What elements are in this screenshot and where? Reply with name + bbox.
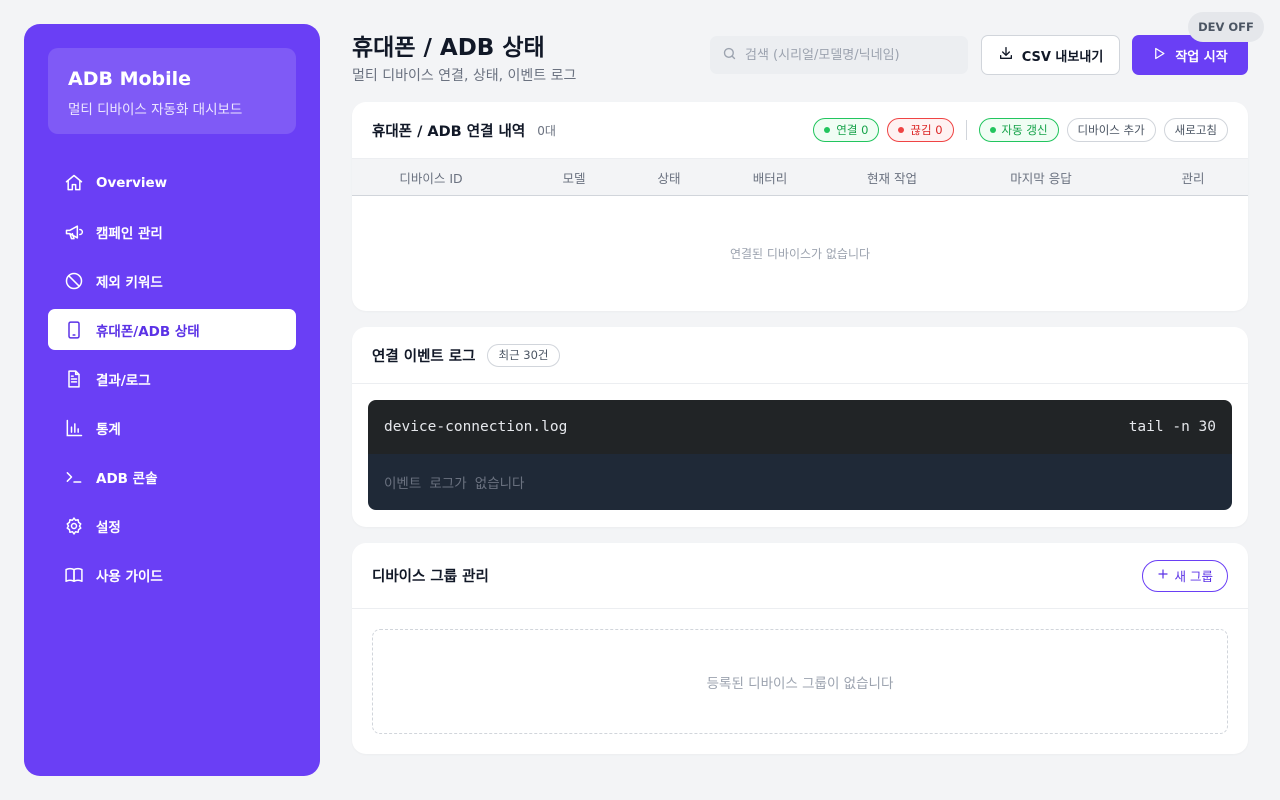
disconnected-count-label: 끊김 0 [910,123,943,137]
sidebar-item-label: 캠페인 관리 [96,225,163,242]
gear-icon [64,516,84,536]
connection-history-card: 휴대폰 / ADB 연결 내역 0대 연결 0 끊김 0 자동 갱신 디바이스 … [352,102,1248,311]
sidebar-item-label: 제외 키워드 [96,274,163,291]
csv-export-label: CSV 내보내기 [1021,49,1104,65]
device-group-title: 디바이스 그룹 관리 [372,569,489,585]
terminal-icon [64,467,84,487]
sidebar-item-statistics[interactable]: 통계 [48,407,296,448]
auto-refresh-toggle[interactable]: 자동 갱신 [978,118,1059,142]
sidebar-item-label: 사용 가이드 [96,568,163,585]
sidebar-item-adb-console[interactable]: ADB 콘솔 [48,456,296,497]
sidebar-item-overview[interactable]: Overview [48,162,296,203]
refresh-button[interactable]: 새로고침 [1163,118,1228,142]
column-header[interactable]: 모델 [510,168,638,187]
log-filename: device-connection.log [384,419,568,435]
sidebar-item-label: 통계 [96,421,121,438]
connection-card-header: 휴대폰 / ADB 연결 내역 0대 연결 0 끊김 0 자동 갱신 디바이스 … [352,102,1248,159]
page-title: 휴대폰 / ADB 상태 [352,35,545,61]
event-log-header: 연결 이벤트 로그 최근 30건 [352,327,1248,384]
terminal-header: device-connection.log tail -n 30 [368,400,1232,454]
bar-chart-icon [64,418,84,438]
sidebar-nav: Overview 캠페인 관리 제외 키워드 휴대폰/ADB 상태 결과/로그 [48,162,296,595]
plus-icon [1157,568,1175,583]
document-icon [64,369,84,389]
sidebar-item-label: 휴대폰/ADB 상태 [96,323,200,340]
recent-count-badge: 최근 30건 [487,343,560,367]
device-group-header: 디바이스 그룹 관리 새 그룹 [352,543,1248,609]
search-box [710,36,968,74]
megaphone-icon [64,222,84,242]
start-job-label: 작업 시작 [1175,49,1228,65]
log-command: tail -n 30 [1128,419,1216,435]
auto-refresh-dot-icon [989,127,996,133]
auto-refresh-label: 자동 갱신 [1001,123,1048,137]
ban-icon [64,271,84,291]
brand-title: ADB Mobile [68,68,192,90]
sidebar-item-label: 결과/로그 [96,372,151,389]
device-table-empty: 연결된 디바이스가 없습니다 [729,246,871,261]
terminal-body: 이벤트 로그가 없습니다 [368,454,1232,510]
sidebar: ADB Mobile 멀티 디바이스 자동화 대시보드 Overview 캠페인… [24,24,320,776]
sidebar-item-label: ADB 콘솔 [96,470,158,487]
group-empty-state: 등록된 디바이스 그룹이 없습니다 [372,629,1228,734]
sidebar-item-label: Overview [96,174,168,191]
column-header[interactable]: 디바이스 ID [352,168,510,187]
home-icon [64,173,84,193]
event-log-title: 연결 이벤트 로그 [372,348,476,365]
column-header[interactable]: 상태 [638,168,700,187]
header-divider [965,120,967,140]
disconnected-dot-icon [898,127,905,133]
sidebar-item-label: 설정 [96,519,121,536]
group-empty-text: 등록된 디바이스 그룹이 없습니다 [706,675,894,692]
new-group-label: 새 그룹 [1174,569,1213,584]
page-subtitle: 멀티 디바이스 연결, 상태, 이벤트 로그 [352,68,577,84]
play-icon [1152,46,1175,65]
connected-count-badge: 연결 0 [813,118,880,142]
connected-count-label: 연결 0 [836,123,869,137]
sidebar-item-campaigns[interactable]: 캠페인 관리 [48,211,296,252]
column-header[interactable]: 배터리 [700,168,840,187]
phone-icon [64,320,84,340]
csv-export-button[interactable]: CSV 내보내기 [981,35,1120,75]
column-header[interactable]: 현재 작업 [840,168,944,187]
column-header[interactable]: 마지막 응답 [944,168,1138,187]
log-terminal: device-connection.log tail -n 30 이벤트 로그가… [368,400,1232,510]
book-icon [64,565,84,585]
sidebar-item-excluded-keywords[interactable]: 제외 키워드 [48,260,296,301]
event-log-card: 연결 이벤트 로그 최근 30건 device-connection.log t… [352,327,1248,527]
device-group-card: 디바이스 그룹 관리 새 그룹 등록된 디바이스 그룹이 없습니다 [352,543,1248,754]
sidebar-item-results-logs[interactable]: 결과/로그 [48,358,296,399]
new-group-button[interactable]: 새 그룹 [1141,559,1228,592]
connected-dot-icon [824,127,831,133]
device-table-header: 디바이스 ID 모델 상태 배터리 현재 작업 마지막 응답 관리 [352,159,1248,196]
search-input[interactable] [745,47,945,63]
connection-card-title: 휴대폰 / ADB 연결 내역 [372,123,526,140]
device-count: 0대 [537,123,556,138]
download-icon [998,45,1022,65]
brand-block: ADB Mobile 멀티 디바이스 자동화 대시보드 [48,48,296,134]
log-empty-text: 이벤트 로그가 없습니다 [384,476,525,492]
disconnected-count-badge: 끊김 0 [887,118,954,142]
search-icon [722,46,737,65]
dev-mode-badge[interactable]: DEV OFF [1188,12,1264,42]
add-device-button[interactable]: 디바이스 추가 [1066,118,1156,142]
column-header[interactable]: 관리 [1138,168,1248,187]
sidebar-item-phone-adb-status[interactable]: 휴대폰/ADB 상태 [48,309,296,350]
sidebar-item-settings[interactable]: 설정 [48,505,296,546]
brand-subtitle: 멀티 디바이스 자동화 대시보드 [68,102,243,118]
sidebar-item-user-guide[interactable]: 사용 가이드 [48,554,296,595]
